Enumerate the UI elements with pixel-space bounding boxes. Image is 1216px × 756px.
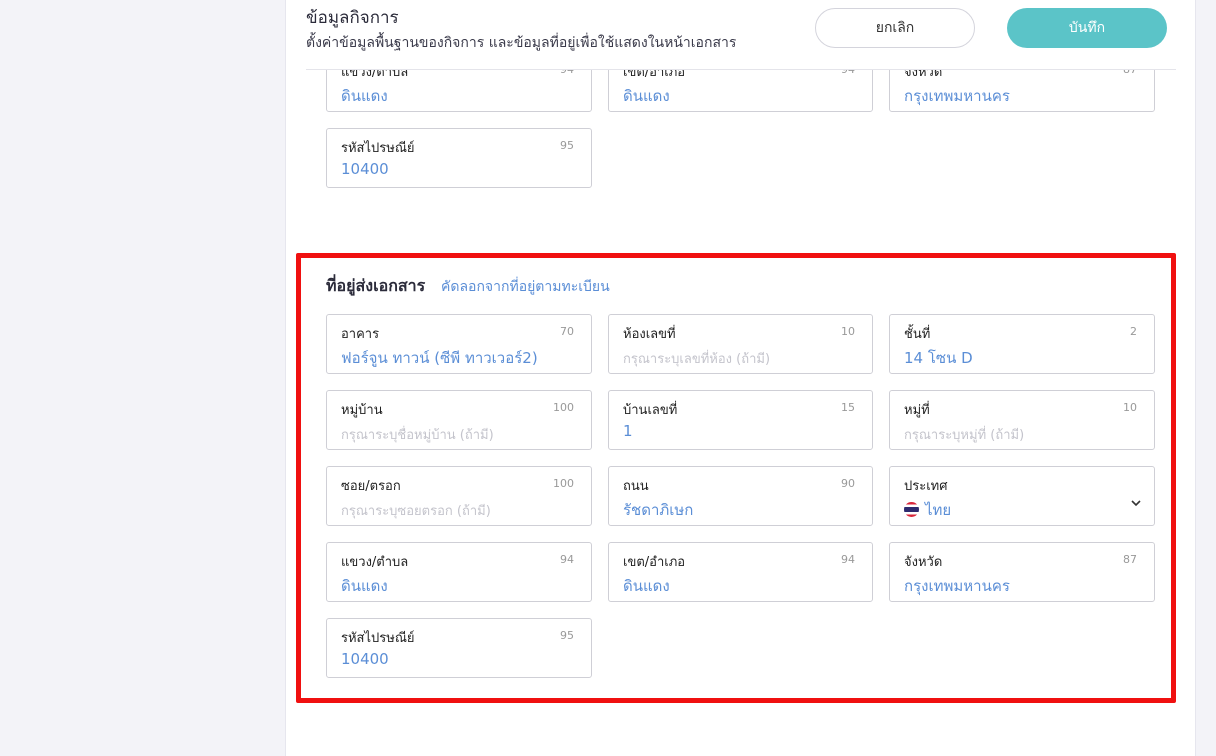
- field-placeholder: กรุณาระบุเลขที่ห้อง (ถ้ามี): [623, 352, 771, 367]
- country-name: ไทย: [925, 501, 952, 519]
- field-label: จังหวัด: [904, 555, 943, 570]
- province-field[interactable]: จังหวัด 87 กรุงเทพมหานคร: [889, 70, 1155, 112]
- save-button[interactable]: บันทึก: [1007, 8, 1167, 48]
- chevron-down-icon[interactable]: [1130, 497, 1142, 509]
- subdistrict-field[interactable]: แขวง/ตำบล 94 ดินแดง: [326, 542, 592, 602]
- district-field[interactable]: เขต/อำเภอ 94 ดินแดง: [608, 542, 873, 602]
- field-value: ฟอร์จูน ทาวน์ (ซีพี ทาวเวอร์2): [341, 349, 538, 367]
- country-select[interactable]: ประเทศ ไทย: [889, 466, 1155, 526]
- char-count: 90: [841, 477, 855, 490]
- house-number-field[interactable]: บ้านเลขที่ 15 1: [608, 390, 873, 450]
- char-count: 95: [560, 629, 574, 642]
- char-count: 95: [560, 139, 574, 152]
- road-field[interactable]: ถนน 90 รัชดาภิเษก: [608, 466, 873, 526]
- char-count: 100: [553, 401, 574, 414]
- field-value: กรุงเทพมหานคร: [904, 577, 1010, 595]
- field-placeholder: กรุณาระบุซอยตรอก (ถ้ามี): [341, 504, 491, 519]
- field-label: ชั้นที่: [904, 327, 931, 342]
- field-value: 10400: [341, 650, 389, 668]
- field-label: ห้องเลขที่: [623, 327, 676, 342]
- soi-field[interactable]: ซอย/ตรอก 100 กรุณาระบุซอยตรอก (ถ้ามี): [326, 466, 592, 526]
- field-label: อาคาร: [341, 327, 380, 342]
- field-label: แขวง/ตำบล: [341, 555, 409, 570]
- field-value: กรุงเทพมหานคร: [904, 87, 1010, 105]
- page-subtitle: ตั้งค่าข้อมูลพื้นฐานของกิจการ และข้อมูลท…: [306, 35, 737, 51]
- field-value: 10400: [341, 160, 389, 178]
- village-field[interactable]: หมู่บ้าน 100 กรุณาระบุชื่อหมู่บ้าน (ถ้าม…: [326, 390, 592, 450]
- field-value: รัชดาภิเษก: [623, 501, 694, 519]
- char-count: 70: [560, 325, 574, 338]
- section-title: ที่อยู่ส่งเอกสาร: [326, 276, 426, 295]
- field-value: 14 โซน D: [904, 349, 973, 367]
- char-count: 94: [560, 553, 574, 566]
- char-count: 10: [1123, 401, 1137, 414]
- field-label: บ้านเลขที่: [623, 403, 678, 418]
- field-label: หมู่บ้าน: [341, 403, 383, 418]
- page-title: ข้อมูลกิจการ: [306, 8, 399, 28]
- page-header: ข้อมูลกิจการ ตั้งค่าข้อมูลพื้นฐานของกิจก…: [306, 0, 1176, 70]
- district-field[interactable]: เขต/อำเภอ 94 ดินแดง: [608, 70, 873, 112]
- field-label: รหัสไปรษณีย์: [341, 141, 415, 156]
- field-value: ดินแดง: [623, 577, 670, 595]
- province-field[interactable]: จังหวัด 87 กรุงเทพมหานคร: [889, 542, 1155, 602]
- field-label: เขต/อำเภอ: [623, 555, 686, 570]
- copy-from-registered-link[interactable]: คัดลอกจากที่อยู่ตามทะเบียน: [441, 276, 610, 298]
- char-count: 87: [1123, 553, 1137, 566]
- field-label: ประเทศ: [904, 479, 948, 494]
- field-placeholder: กรุณาระบุหมู่ที่ (ถ้ามี): [904, 428, 1025, 443]
- postcode-field[interactable]: รหัสไปรษณีย์ 95 10400: [326, 618, 592, 678]
- field-label: ถนน: [623, 479, 649, 494]
- field-label: เขต/อำเภอ: [623, 70, 686, 80]
- char-count: 100: [553, 477, 574, 490]
- field-value: ดินแดง: [341, 577, 388, 595]
- field-label: ซอย/ตรอก: [341, 479, 401, 494]
- field-label: รหัสไปรษณีย์: [341, 631, 415, 646]
- room-field[interactable]: ห้องเลขที่ 10 กรุณาระบุเลขที่ห้อง (ถ้ามี…: [608, 314, 873, 374]
- field-label: หมู่ที่: [904, 403, 930, 418]
- thailand-flag-icon: [904, 502, 919, 517]
- char-count: 94: [841, 553, 855, 566]
- postcode-field[interactable]: รหัสไปรษณีย์ 95 10400: [326, 128, 592, 188]
- field-label: จังหวัด: [904, 70, 943, 80]
- field-value: ดินแดง: [623, 87, 670, 105]
- field-label: แขวง/ตำบล: [341, 70, 409, 80]
- field-value: ไทย: [904, 498, 951, 522]
- registered-address-section: แขวง/ตำบล 94 ดินแดง เขต/อำเภอ 94 ดินแดง …: [286, 70, 1195, 200]
- floor-field[interactable]: ชั้นที่ 2 14 โซน D: [889, 314, 1155, 374]
- char-count: 87: [1123, 70, 1137, 76]
- field-value: 1: [623, 422, 633, 440]
- subdistrict-field[interactable]: แขวง/ตำบล 94 ดินแดง: [326, 70, 592, 112]
- moo-field[interactable]: หมู่ที่ 10 กรุณาระบุหมู่ที่ (ถ้ามี): [889, 390, 1155, 450]
- char-count: 94: [560, 70, 574, 76]
- field-placeholder: กรุณาระบุชื่อหมู่บ้าน (ถ้ามี): [341, 428, 494, 443]
- field-value: ดินแดง: [341, 87, 388, 105]
- char-count: 15: [841, 401, 855, 414]
- char-count: 10: [841, 325, 855, 338]
- char-count: 2: [1130, 325, 1137, 338]
- char-count: 94: [841, 70, 855, 76]
- building-field[interactable]: อาคาร 70 ฟอร์จูน ทาวน์ (ซีพี ทาวเวอร์2): [326, 314, 592, 374]
- cancel-button[interactable]: ยกเลิก: [815, 8, 975, 48]
